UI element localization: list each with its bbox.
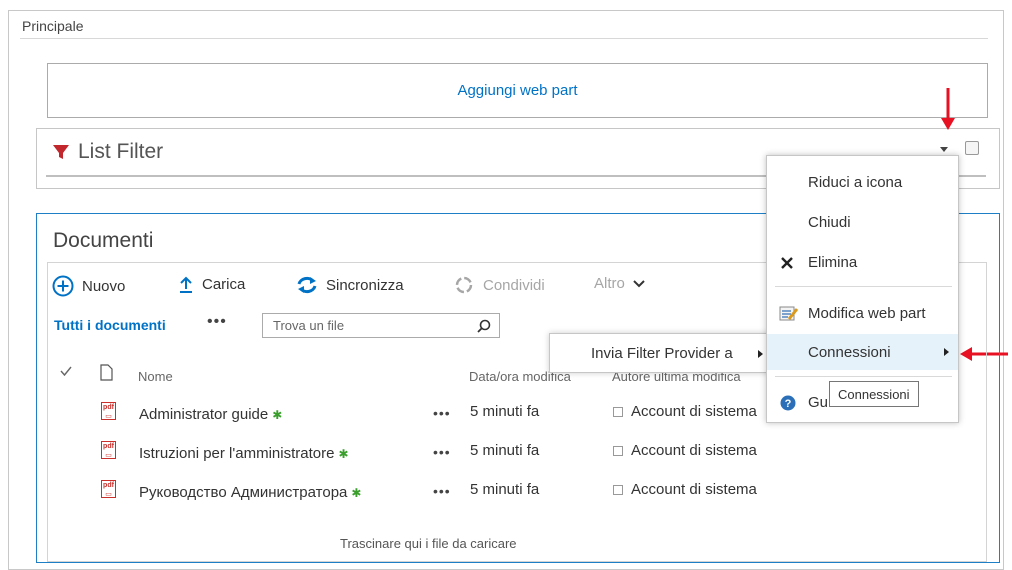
zone-title: Principale xyxy=(22,18,84,34)
view-all-documents-link[interactable]: Tutti i documenti xyxy=(54,317,166,333)
select-all-checkmark-icon[interactable] xyxy=(60,365,72,377)
more-button[interactable]: Altro xyxy=(594,275,645,292)
presence-icon xyxy=(613,484,623,495)
row-more-ellipsis[interactable]: ••• xyxy=(433,444,451,460)
menu-item-minimize[interactable]: Riduci a icona xyxy=(767,164,958,200)
search-icon[interactable] xyxy=(477,319,491,333)
search-placeholder: Trova un file xyxy=(273,318,345,333)
menu-item-close[interactable]: Chiudi xyxy=(767,204,958,240)
svg-text:?: ? xyxy=(785,398,792,410)
new-item-icon: ✱ xyxy=(351,486,362,500)
new-item-icon: ✱ xyxy=(272,408,283,422)
new-button-label: Nuovo xyxy=(82,277,126,295)
column-header-name[interactable]: Nome xyxy=(138,369,173,384)
search-input[interactable]: Trova un file xyxy=(262,313,500,338)
submenu-arrow-icon xyxy=(758,350,763,358)
document-name-link[interactable]: Руководство Администратора ✱ xyxy=(139,484,361,501)
presence-icon xyxy=(613,406,623,417)
sync-button-label: Sincronizza xyxy=(326,276,404,294)
list-filter-title: List Filter xyxy=(52,140,163,164)
annotation-arrow-down-icon xyxy=(941,88,955,130)
submenu-arrow-icon xyxy=(944,348,949,356)
row-modified: 5 minuti fa xyxy=(470,403,540,420)
chevron-down-icon xyxy=(633,279,645,287)
help-icon: ? xyxy=(780,395,796,411)
new-item-icon: ✱ xyxy=(338,447,349,461)
sync-button[interactable]: Sincronizza xyxy=(296,275,404,295)
menu-item-connections[interactable]: Connessioni xyxy=(767,334,958,370)
more-button-label: Altro xyxy=(594,275,625,292)
row-more-ellipsis[interactable]: ••• xyxy=(433,483,451,499)
share-button-label: Condividi xyxy=(483,276,545,294)
row-more-ellipsis[interactable]: ••• xyxy=(433,405,451,421)
add-web-part-button[interactable]: Aggiungi web part xyxy=(47,63,988,118)
sync-icon xyxy=(297,276,317,294)
menu-separator xyxy=(775,376,952,377)
web-part-select-checkbox[interactable] xyxy=(965,141,979,155)
edit-web-part-icon xyxy=(779,306,799,321)
menu-separator xyxy=(775,286,952,287)
document-name-link[interactable]: Istruzioni per l'amministratore ✱ xyxy=(139,445,349,462)
view-more-ellipsis[interactable]: ••• xyxy=(207,313,227,331)
add-web-part-label: Aggiungi web part xyxy=(457,82,578,99)
list-filter-title-text: List Filter xyxy=(78,140,164,163)
drop-files-hint: Trascinare qui i file da caricare xyxy=(340,536,517,551)
connections-tooltip: Connessioni xyxy=(829,381,919,407)
table-row[interactable]: pdf ▭ Руководство Администратора ✱ ••• 5 m… xyxy=(0,478,1012,508)
upload-button[interactable]: Carica xyxy=(178,275,245,293)
menu-item-delete[interactable]: Elimina xyxy=(767,244,958,280)
funnel-icon xyxy=(53,145,69,159)
documents-title: Documenti xyxy=(53,229,154,252)
pdf-file-icon: pdf ▭ xyxy=(101,441,116,459)
plus-circle-icon xyxy=(52,275,74,297)
row-modified: 5 minuti fa xyxy=(470,481,540,498)
table-row[interactable]: pdf ▭ Istruzioni per l'amministratore ✱ ••… xyxy=(0,439,1012,469)
share-button[interactable]: Condividi xyxy=(453,275,545,295)
document-name-link[interactable]: Administrator guide ✱ xyxy=(139,406,282,423)
row-modified: 5 minuti fa xyxy=(470,442,540,459)
pdf-file-icon: pdf ▭ xyxy=(101,480,116,498)
share-icon xyxy=(455,276,473,294)
menu-item-edit-web-part[interactable]: Modifica web part xyxy=(767,295,958,331)
document-type-icon[interactable] xyxy=(100,364,113,381)
web-part-menu-dropdown-icon[interactable] xyxy=(940,147,948,152)
presence-icon xyxy=(613,445,623,456)
connections-submenu: Invia Filter Provider a xyxy=(549,333,771,373)
row-author: Account di sistema xyxy=(613,481,757,498)
row-author: Account di sistema xyxy=(613,442,757,459)
zone-title-divider xyxy=(20,38,988,39)
upload-arrow-icon xyxy=(180,276,192,293)
delete-x-icon xyxy=(781,257,793,269)
row-author: Account di sistema xyxy=(613,403,757,420)
pdf-file-icon: pdf ▭ xyxy=(101,402,116,420)
upload-button-label: Carica xyxy=(202,275,246,293)
send-filter-provider-item[interactable]: Invia Filter Provider a xyxy=(591,345,733,362)
new-button[interactable]: Nuovo xyxy=(52,275,125,297)
